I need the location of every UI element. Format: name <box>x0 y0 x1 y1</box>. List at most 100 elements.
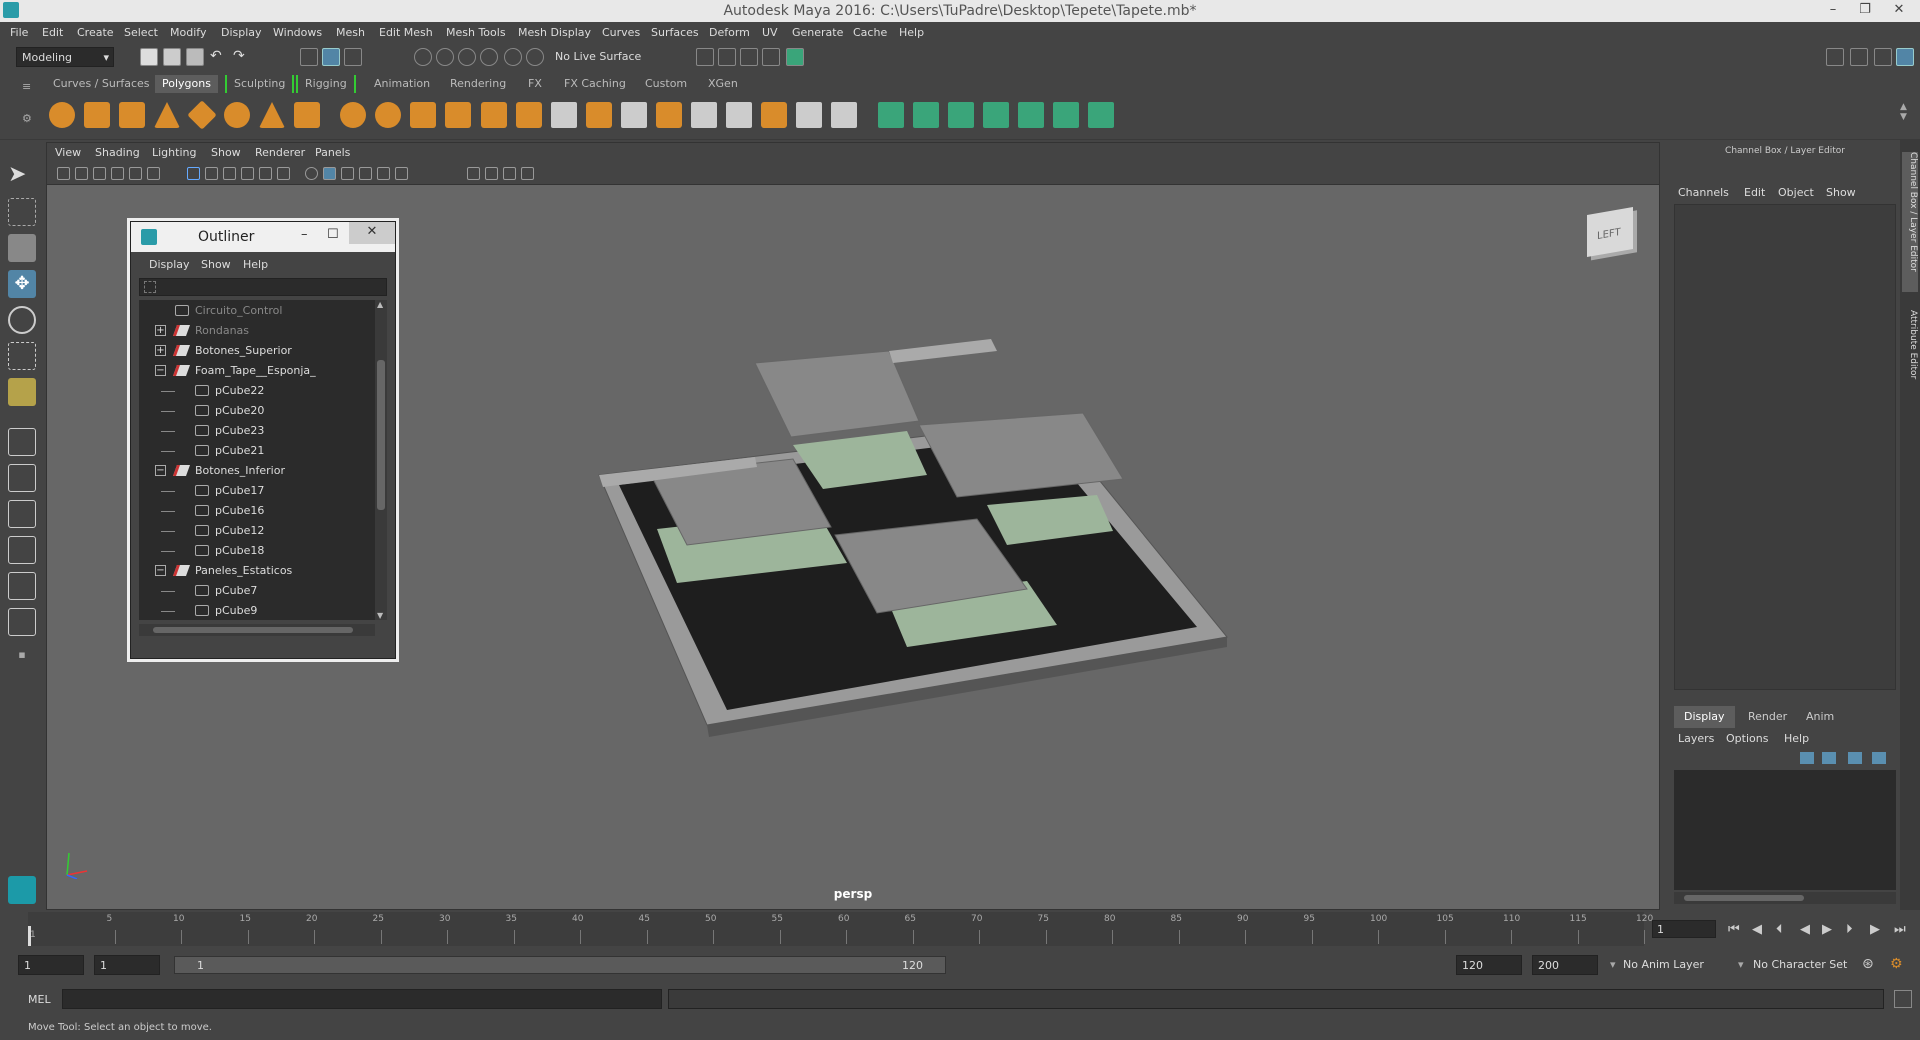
render-frame-icon[interactable] <box>718 48 736 66</box>
menu-set-dropdown[interactable]: Modeling ▾ <box>16 47 114 67</box>
menu-uv[interactable]: UV <box>762 26 778 39</box>
auto-key-icon[interactable]: ⊛ <box>1862 956 1874 972</box>
smooth-icon[interactable] <box>445 102 471 128</box>
layer-menu-help[interactable]: Help <box>1784 732 1809 745</box>
select-hierarchy-icon[interactable] <box>300 48 318 66</box>
render-view-icon[interactable] <box>696 48 714 66</box>
animation-start-field[interactable]: 1 <box>18 955 84 975</box>
menu-edit[interactable]: Edit <box>42 26 63 39</box>
tab-sculpting[interactable]: Sculpting <box>225 75 295 93</box>
persp-hypershade-layout-icon[interactable] <box>8 572 36 600</box>
collapse-icon[interactable]: − <box>155 465 166 476</box>
gate-mask-icon[interactable] <box>485 167 498 180</box>
poly-cylinder-icon[interactable] <box>119 102 145 128</box>
vp-menu-show[interactable]: Show <box>211 146 241 159</box>
outliner-item[interactable]: Circuito_Control <box>139 301 375 321</box>
cylindrical-mapping-icon[interactable] <box>913 102 939 128</box>
play-forwards-icon[interactable]: ▶ <box>1822 922 1832 937</box>
mirror-icon[interactable] <box>796 102 822 128</box>
menu-generate[interactable]: Generate <box>792 26 843 39</box>
wireframe-icon[interactable] <box>187 167 200 180</box>
menu-mesh-display[interactable]: Mesh Display <box>518 26 591 39</box>
bridge-icon[interactable] <box>516 102 542 128</box>
append-polygon-icon[interactable] <box>656 102 682 128</box>
outliner-maximize-button[interactable]: ☐ <box>327 227 339 242</box>
close-button[interactable]: ✕ <box>1884 2 1914 17</box>
scroll-thumb[interactable] <box>1684 895 1804 901</box>
side-tab-attribute-editor[interactable]: Attribute Editor <box>1902 310 1918 410</box>
outliner-horizontal-scrollbar[interactable] <box>139 624 375 636</box>
outliner-item[interactable]: + Botones_Superior <box>139 341 375 361</box>
menu-deform[interactable]: Deform <box>709 26 750 39</box>
film-gate-icon[interactable] <box>147 167 160 180</box>
play-backwards-icon[interactable]: ◀ <box>1800 922 1810 937</box>
hypershade-icon[interactable] <box>786 48 804 66</box>
smooth-shade-icon[interactable] <box>205 167 218 180</box>
automatic-mapping-icon[interactable] <box>983 102 1009 128</box>
current-frame-field[interactable]: 1 <box>1652 920 1716 938</box>
menu-mesh[interactable]: Mesh <box>336 26 365 39</box>
move-tool-icon[interactable]: ✥ <box>8 270 36 298</box>
go-to-end-icon[interactable]: ⏭ <box>1894 922 1906 937</box>
reduce-icon[interactable] <box>831 102 857 128</box>
menu-modify[interactable]: Modify <box>170 26 206 39</box>
modeling-toolkit-icon[interactable] <box>1850 48 1868 66</box>
render-settings-icon[interactable] <box>762 48 780 66</box>
outliner-item[interactable]: pCube21 <box>139 441 375 461</box>
side-tab-channel-box[interactable]: Channel Box / Layer Editor <box>1902 152 1918 292</box>
motion-blur-icon[interactable] <box>395 167 408 180</box>
go-to-start-icon[interactable]: ⏮ <box>1728 922 1740 937</box>
tab-custom[interactable]: Custom <box>638 75 694 93</box>
scroll-thumb[interactable] <box>153 627 353 633</box>
safe-action-icon[interactable] <box>521 167 534 180</box>
mel-input[interactable] <box>62 989 662 1009</box>
outliner-close-button[interactable]: ✕ <box>349 222 395 244</box>
outliner-item[interactable]: pCube9 <box>139 601 375 620</box>
move-layer-up-icon[interactable] <box>1800 752 1814 764</box>
outliner-item[interactable]: pCube12 <box>139 521 375 541</box>
tab-polygons[interactable]: Polygons <box>155 75 218 93</box>
channel-box-area[interactable] <box>1674 204 1896 690</box>
layer-menu-options[interactable]: Options <box>1726 732 1768 745</box>
snap-point-icon[interactable] <box>458 48 476 66</box>
poly-pipe-icon[interactable] <box>294 102 320 128</box>
menu-cache[interactable]: Cache <box>853 26 887 39</box>
current-time-indicator[interactable] <box>28 926 31 946</box>
tab-anim-layers[interactable]: Anim <box>1796 706 1844 728</box>
resolution-gate-icon[interactable] <box>467 167 480 180</box>
step-forward-frame-icon[interactable]: ▶ <box>1870 922 1880 937</box>
snap-view-icon[interactable] <box>480 48 498 66</box>
merge-icon[interactable] <box>726 102 752 128</box>
outliner-item[interactable]: pCube22 <box>139 381 375 401</box>
outliner-menu-help[interactable]: Help <box>243 258 268 271</box>
menu-display[interactable]: Display <box>221 26 262 39</box>
outliner-item[interactable]: pCube17 <box>139 481 375 501</box>
extrude-icon[interactable] <box>481 102 507 128</box>
ambient-occlusion-icon[interactable] <box>377 167 390 180</box>
open-scene-icon[interactable] <box>163 48 181 66</box>
vp-menu-shading[interactable]: Shading <box>95 146 140 159</box>
tab-display-layers[interactable]: Display <box>1674 706 1735 728</box>
menu-select[interactable]: Select <box>124 26 158 39</box>
outliner-filter-field[interactable] <box>139 278 387 296</box>
view-cube[interactable]: LEFT <box>1581 201 1637 258</box>
snap-grid-icon[interactable] <box>414 48 432 66</box>
checker-icon[interactable] <box>1053 102 1079 128</box>
outliner-item[interactable]: pCube20 <box>139 401 375 421</box>
outliner-title-bar[interactable]: Outliner – ☐ ✕ <box>131 222 395 252</box>
multi-cut-icon[interactable] <box>621 102 647 128</box>
maximize-button[interactable]: ❐ <box>1850 2 1880 17</box>
mel-label[interactable]: MEL <box>28 993 51 1006</box>
tab-rendering[interactable]: Rendering <box>443 75 513 93</box>
tab-render-layers[interactable]: Render <box>1738 706 1797 728</box>
target-weld-icon[interactable] <box>691 102 717 128</box>
animation-preferences-icon[interactable]: ⚙ <box>1890 956 1903 972</box>
tab-fx[interactable]: FX <box>521 75 549 93</box>
combine-icon[interactable] <box>340 102 366 128</box>
backface-culling-icon[interactable] <box>359 167 372 180</box>
persp-outliner-layout-icon[interactable] <box>8 500 36 528</box>
uv-editor-icon[interactable] <box>1018 102 1044 128</box>
outliner-item[interactable]: pCube18 <box>139 541 375 561</box>
snap-surface-icon[interactable] <box>504 48 522 66</box>
field-chart-icon[interactable] <box>503 167 516 180</box>
